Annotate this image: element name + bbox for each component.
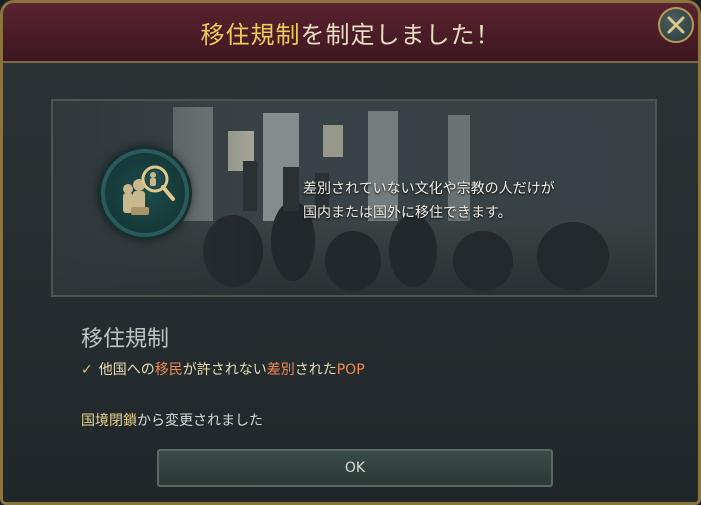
effect-discrimination-link[interactable]: 差別: [267, 362, 295, 378]
ok-button[interactable]: OK: [157, 449, 553, 487]
check-mark-icon: ✓: [81, 362, 93, 378]
dialog-title: 移住規制を制定しました！: [3, 15, 698, 50]
close-icon: [667, 16, 685, 34]
event-dialog: 移住規制を制定しました！ 差別されていない文化や宗教の人だけが 国内または国外に…: [0, 0, 701, 505]
effect-migration-link[interactable]: 移民: [155, 362, 183, 378]
effect-pop-link[interactable]: POP: [337, 362, 365, 378]
previous-law-link[interactable]: 国境閉鎖: [81, 413, 137, 429]
change-suffix: から変更されました: [137, 413, 263, 429]
effect-text-2: が許されない: [182, 362, 267, 378]
event-description-line2: 国内または国外に移住できます。: [303, 205, 512, 221]
effect-text-3: された: [294, 362, 337, 378]
law-change-note: 国境閉鎖から変更されました: [81, 410, 263, 430]
law-effect: ✓ 他国への移民が許されない差別されたPOP: [81, 359, 365, 379]
dialog-titlebar: 移住規制を制定しました！: [3, 3, 698, 63]
close-button[interactable]: [658, 7, 694, 43]
migrant-magnifier-icon: [123, 165, 175, 215]
dialog-title-highlight: 移住規制: [200, 21, 301, 49]
decree-medallion: [101, 149, 189, 237]
law-name: 移住規制: [81, 327, 170, 352]
event-description: 差別されていない文化や宗教の人だけが 国内または国外に移住できます。: [303, 177, 555, 225]
event-description-line1: 差別されていない文化や宗教の人だけが: [303, 181, 555, 197]
dialog-title-rest: を制定しました！: [300, 21, 501, 49]
effect-text-1: 他国への: [98, 362, 155, 378]
event-banner: 差別されていない文化や宗教の人だけが 国内または国外に移住できます。: [51, 99, 657, 297]
